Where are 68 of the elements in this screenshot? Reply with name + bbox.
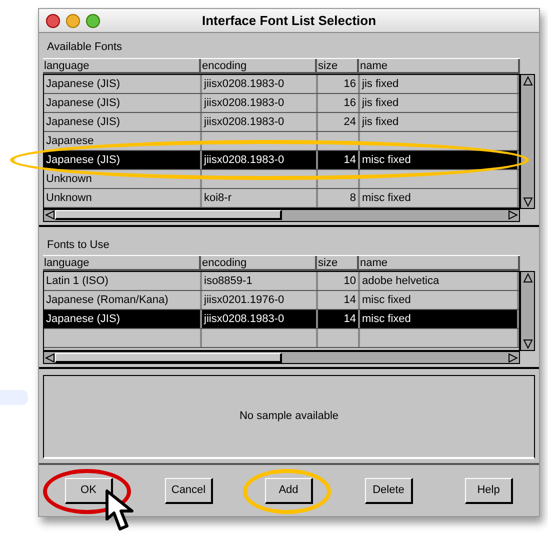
table-cell-text: jiisx0208.1983-0 — [204, 152, 284, 168]
table-row[interactable]: Latin 1 (ISO) iso8859-1 10 adobe helvetica — [44, 272, 519, 291]
table-row[interactable]: Unknown koi8-r 8 misc fixed — [44, 188, 519, 208]
table-cell-text: 10 — [344, 274, 356, 289]
table-cell-text: Latin 1 (ISO) — [46, 274, 108, 289]
right-arrow-icon[interactable] — [508, 210, 518, 220]
minimize-icon[interactable] — [66, 14, 80, 28]
up-arrow-icon[interactable] — [522, 273, 532, 283]
table-cell-text: misc fixed — [362, 190, 411, 206]
table-cell-text: 14 — [344, 312, 356, 327]
table-cell-text: 14 — [344, 152, 356, 168]
right-arrow-icon[interactable] — [508, 352, 518, 362]
scrollbar-track[interactable] — [520, 271, 535, 351]
zoom-icon[interactable] — [86, 14, 100, 28]
table-cell-text: jiisx0208.1983-0 — [204, 114, 284, 130]
dialog-button[interactable]: OK — [65, 478, 113, 504]
table-row[interactable]: Japanese (JIS) jiisx0208.1983-0 16 jis fixed — [44, 74, 519, 94]
table-cell-text: 8 — [350, 190, 356, 206]
table-cell-text: Japanese (JIS) — [46, 312, 120, 327]
table-cell-text: jis fixed — [362, 96, 399, 110]
section-label: Available Fonts — [46, 40, 124, 55]
table-cell-text: Japanese (JIS) — [46, 96, 120, 110]
scrollbar-thumb[interactable] — [55, 352, 282, 362]
table-row[interactable]: Japanese (JIS) jiisx0208.1983-0 14 misc fixed — [44, 150, 519, 170]
table-cell-text: iso8859-1 — [204, 274, 252, 289]
left-arrow-icon[interactable] — [45, 210, 55, 220]
table-cell-text: jiisx0201.1976-0 — [204, 293, 284, 308]
up-arrow-icon[interactable] — [522, 76, 532, 86]
table-cell-text: jis fixed — [362, 114, 399, 130]
table-cell-text: 24 — [344, 114, 356, 130]
table-cell-text: misc fixed — [362, 293, 411, 308]
window-title: Interface Font List Selection — [202, 12, 376, 30]
dialog-button[interactable]: Cancel — [165, 478, 213, 504]
table-cell-text: adobe helvetica — [362, 274, 440, 289]
dialog-button[interactable]: Help — [465, 478, 513, 504]
dialog-button[interactable]: Delete — [365, 478, 413, 504]
scrollbar-track[interactable] — [43, 351, 520, 364]
table-cell-text: jiisx0208.1983-0 — [204, 96, 284, 110]
table-cell-text: jiisx0208.1983-0 — [204, 76, 284, 92]
table-row[interactable]: Japanese (JIS) jiisx0208.1983-0 14 misc fixed — [44, 310, 519, 329]
table-cell-text: Japanese (JIS) — [46, 114, 120, 130]
table-cell-text: Japanese (Roman/Kana) — [46, 293, 168, 308]
table-cell-text: misc fixed — [362, 312, 411, 327]
table-cell-text: Unknown — [46, 190, 92, 206]
sample-text: No sample available — [239, 409, 339, 424]
table-cell-text: Japanese (JIS) — [46, 76, 120, 92]
table-cell-text: 16 — [344, 76, 356, 92]
scrollbar-thumb[interactable] — [55, 210, 282, 220]
table-cell-text: Japanese — [46, 134, 94, 148]
down-arrow-icon[interactable] — [522, 196, 532, 206]
table-cell-text: jiisx0208.1983-0 — [204, 312, 284, 327]
table-cell-text: Japanese (JIS) — [46, 152, 120, 168]
down-arrow-icon[interactable] — [522, 339, 532, 349]
section-label: Fonts to Use — [46, 238, 110, 252]
scrollbar-track[interactable] — [520, 74, 535, 208]
table-row[interactable]: Japanese (JIS) jiisx0208.1983-0 24 jis fixed — [44, 112, 519, 132]
table-cell-text: 14 — [344, 293, 356, 308]
dialog-button[interactable]: Add — [265, 478, 313, 504]
table-row[interactable]: Japanese (Roman/Kana) jiisx0201.1976-0 14 misc fixed — [44, 291, 519, 310]
table-row[interactable]: Japanese (JIS) jiisx0208.1983-0 16 jis fixed — [44, 94, 519, 112]
table-cell-text: jis fixed — [362, 76, 399, 92]
scrollbar-track[interactable] — [43, 208, 520, 222]
table-cell-text: Unknown — [46, 172, 92, 186]
left-arrow-icon[interactable] — [45, 352, 55, 362]
table-cell-text: koi8-r — [204, 190, 232, 206]
table-cell-text: misc fixed — [362, 152, 411, 168]
close-icon[interactable] — [46, 14, 60, 28]
table-cell-text: 16 — [344, 96, 356, 110]
